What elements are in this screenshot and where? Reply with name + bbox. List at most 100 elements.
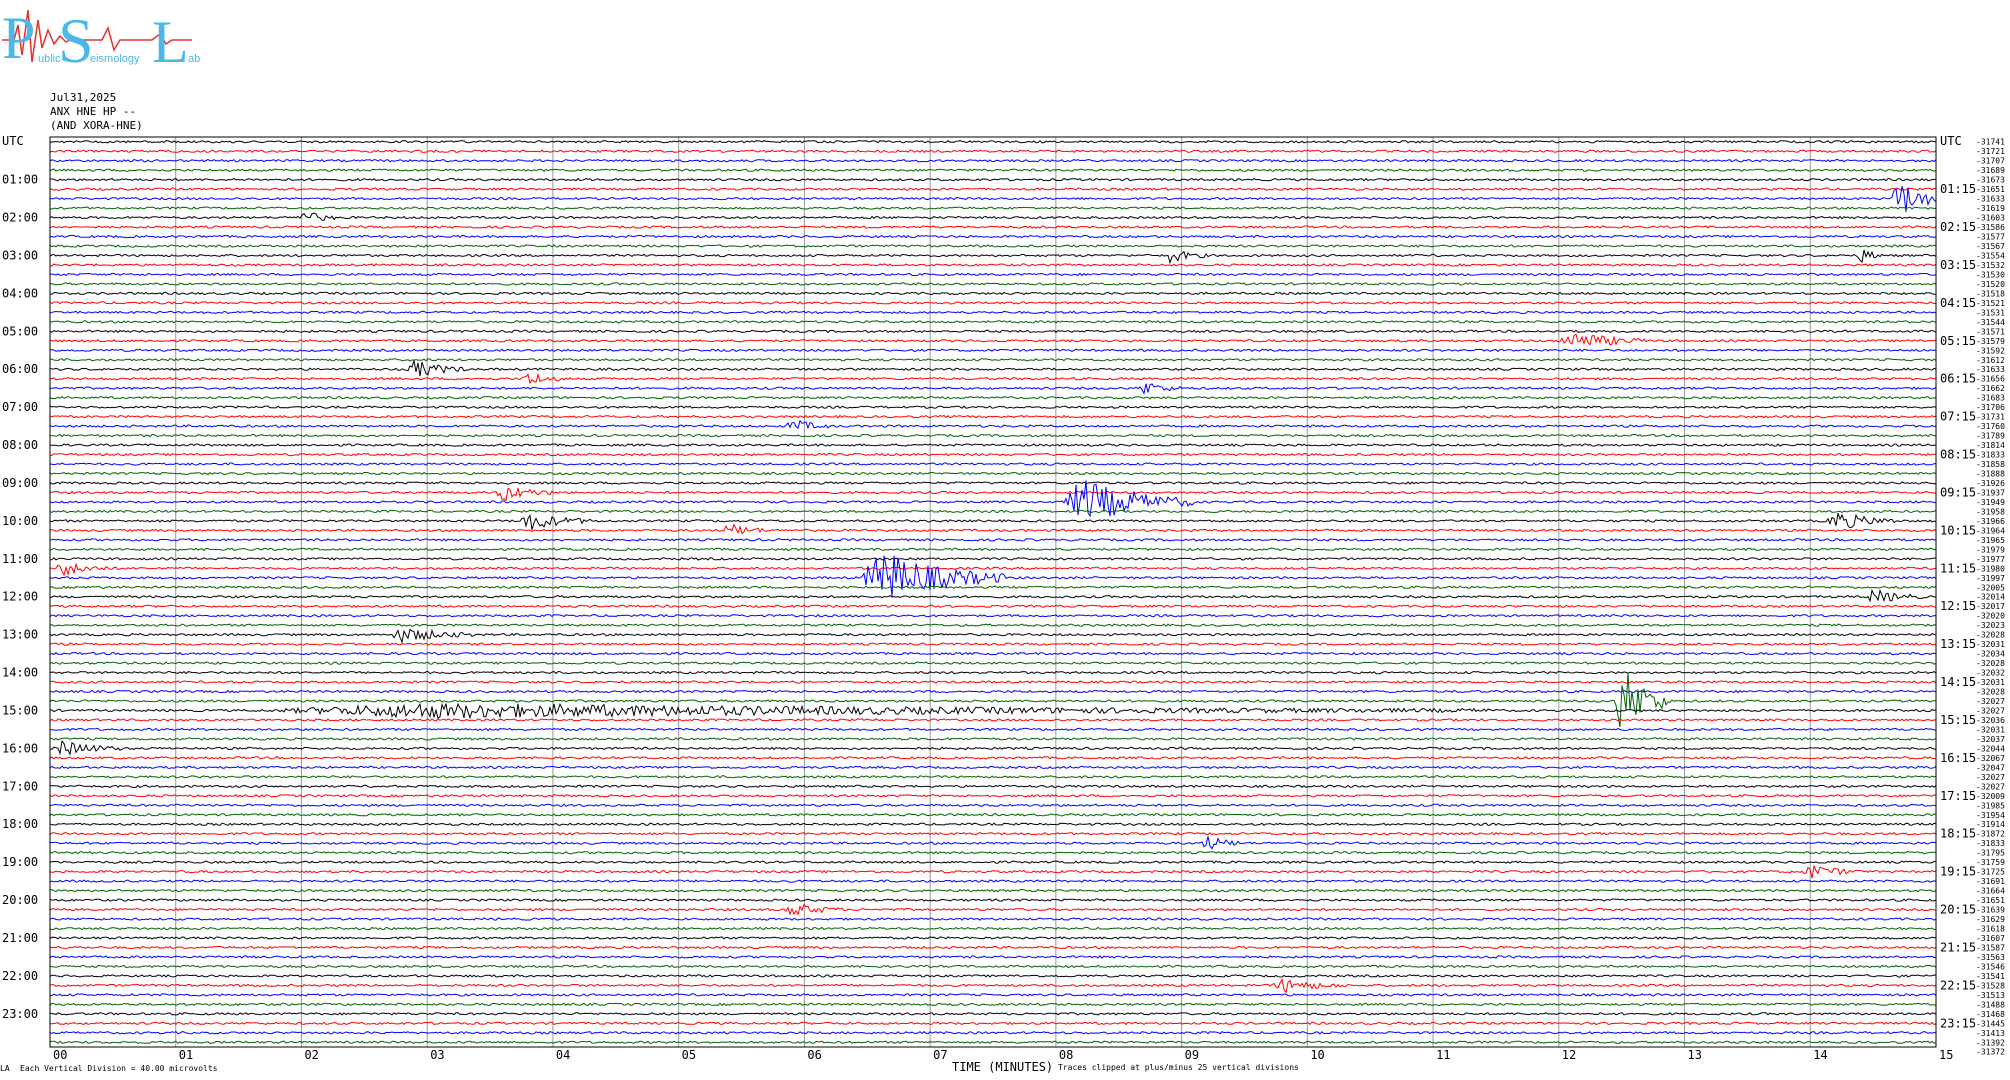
right-value-label: -31592 bbox=[1976, 346, 2005, 355]
clip-note: Traces clipped at plus/minus 25 vertical… bbox=[1058, 1063, 1299, 1072]
right-value-label: -32014 bbox=[1976, 593, 2005, 602]
trace-row bbox=[49, 360, 1937, 377]
right-time-label: 10:15 bbox=[1940, 523, 1976, 537]
right-value-label: -31520 bbox=[1976, 280, 2005, 289]
right-value-label: -32032 bbox=[1976, 669, 2005, 678]
right-value-label: -31513 bbox=[1976, 991, 2005, 1000]
trace-row bbox=[49, 737, 1937, 741]
trace-row bbox=[49, 642, 1937, 646]
x-tick-label: 12 bbox=[1562, 1048, 1576, 1062]
trace-row bbox=[49, 538, 1937, 542]
right-value-label: -31958 bbox=[1976, 507, 2005, 516]
x-tick-label: 09 bbox=[1185, 1048, 1199, 1062]
x-tick-label: 03 bbox=[430, 1048, 444, 1062]
trace-row bbox=[49, 613, 1937, 618]
right-value-label: -31618 bbox=[1976, 925, 2005, 934]
right-time-label: 05:15 bbox=[1940, 334, 1976, 348]
right-time-label: 11:15 bbox=[1940, 561, 1976, 575]
right-value-label: -31926 bbox=[1976, 479, 2005, 488]
right-value-label: -31567 bbox=[1976, 242, 2005, 251]
left-time-label: 07:00 bbox=[2, 400, 38, 414]
trace-row bbox=[49, 419, 1937, 430]
left-time-label: 02:00 bbox=[2, 211, 38, 225]
left-time-label: 14:00 bbox=[2, 666, 38, 680]
left-time-label: 06:00 bbox=[2, 362, 38, 376]
right-value-label: -32028 bbox=[1976, 688, 2005, 697]
trace-row bbox=[49, 234, 1937, 239]
right-time-label: 21:15 bbox=[1940, 940, 1976, 954]
trace-row bbox=[49, 756, 1937, 760]
trace-row bbox=[49, 775, 1937, 779]
trace-row bbox=[49, 898, 1937, 902]
trace-row bbox=[49, 452, 1937, 457]
x-axis-title: TIME (MINUTES) bbox=[952, 1060, 1053, 1074]
right-value-label: -31586 bbox=[1976, 223, 2005, 232]
right-value-label: -32036 bbox=[1976, 716, 2005, 725]
right-value-label: -31731 bbox=[1976, 413, 2005, 422]
right-value-label: -31964 bbox=[1976, 526, 2005, 535]
right-value-label: -31603 bbox=[1976, 214, 2005, 223]
trace-row bbox=[49, 822, 1937, 826]
right-value-label: -31888 bbox=[1976, 470, 2005, 479]
trace-row bbox=[49, 249, 1937, 265]
right-value-label: -32027 bbox=[1976, 782, 2005, 791]
trace-row bbox=[49, 509, 1937, 514]
right-value-label: -32028 bbox=[1976, 659, 2005, 668]
trace-row bbox=[49, 1011, 1937, 1016]
right-value-label: -32034 bbox=[1976, 650, 2005, 659]
trace-row bbox=[49, 348, 1937, 353]
right-time-label: 15:15 bbox=[1940, 713, 1976, 727]
trace-row bbox=[49, 964, 1937, 969]
left-time-label: 03:00 bbox=[2, 248, 38, 262]
right-time-label: 02:15 bbox=[1940, 220, 1976, 234]
trace-row bbox=[49, 1021, 1937, 1026]
left-time-label: 05:00 bbox=[2, 324, 38, 338]
right-value-label: -31937 bbox=[1976, 488, 2005, 497]
trace-row bbox=[49, 604, 1937, 608]
right-value-label: -31980 bbox=[1976, 564, 2005, 573]
left-time-label: 18:00 bbox=[2, 817, 38, 831]
trace-row bbox=[49, 443, 1937, 447]
left-time-label: 20:00 bbox=[2, 893, 38, 907]
right-value-label: -31977 bbox=[1976, 555, 2005, 564]
x-tick-label: 07 bbox=[933, 1048, 947, 1062]
trace-row bbox=[49, 812, 1937, 817]
trace-row bbox=[49, 291, 1937, 296]
right-time-label: 17:15 bbox=[1940, 789, 1976, 803]
trace-row bbox=[49, 206, 1937, 210]
trace-row bbox=[49, 433, 1937, 438]
right-time-label: 12:15 bbox=[1940, 599, 1976, 613]
left-time-label: 23:00 bbox=[2, 1007, 38, 1021]
trace-row bbox=[49, 765, 1937, 770]
right-value-label: -31413 bbox=[1976, 1029, 2005, 1038]
helicorder-chart: 00 01 02 03 04 05 06 07 08 09 10 11 12 13 14 15 01:00 02:… bbox=[0, 134, 2005, 1074]
right-value-label: -31468 bbox=[1976, 1010, 2005, 1019]
trace-row bbox=[49, 301, 1937, 305]
left-time-label: 16:00 bbox=[2, 741, 38, 755]
right-value-label: -31612 bbox=[1976, 356, 2005, 365]
right-value-label: -31789 bbox=[1976, 432, 2005, 441]
trace-row bbox=[49, 414, 1937, 419]
trace-row bbox=[49, 993, 1937, 997]
trace-row bbox=[49, 1002, 1937, 1007]
trace-row bbox=[49, 661, 1937, 665]
trace-row bbox=[49, 718, 1937, 722]
left-time-label: 21:00 bbox=[2, 931, 38, 945]
right-value-label: -31372 bbox=[1976, 1048, 2005, 1057]
trace-row bbox=[49, 727, 1937, 732]
right-value-label: -31760 bbox=[1976, 422, 2005, 431]
right-time-label: 23:15 bbox=[1940, 1016, 1976, 1030]
right-time-label: 01:15 bbox=[1940, 182, 1976, 196]
x-tick-label: 10 bbox=[1310, 1048, 1324, 1062]
right-value-label: -32044 bbox=[1976, 744, 2005, 753]
right-value-label: -31985 bbox=[1976, 801, 2005, 810]
left-time-label: 11:00 bbox=[2, 552, 38, 566]
traces bbox=[49, 139, 1937, 1045]
trace-row bbox=[49, 903, 1937, 916]
right-value-label: -31633 bbox=[1976, 195, 2005, 204]
left-axis-title: UTC bbox=[2, 134, 24, 148]
right-value-label: -31833 bbox=[1976, 839, 2005, 848]
right-value-label: -31707 bbox=[1976, 157, 2005, 166]
trace-row bbox=[49, 850, 1937, 855]
right-value-label: -31528 bbox=[1976, 981, 2005, 990]
